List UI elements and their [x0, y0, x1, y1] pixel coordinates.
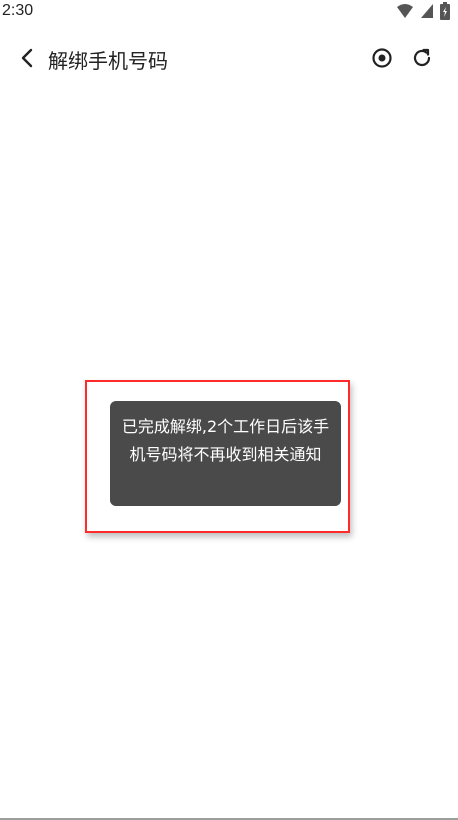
status-time: 2:30 [2, 2, 34, 19]
refresh-icon[interactable] [410, 46, 434, 70]
page-title: 解绑手机号码 [48, 49, 168, 73]
toast-text: 已完成解绑,2个工作日后该手机号码将不再收到相关通知 [121, 417, 330, 464]
wifi-icon [397, 4, 413, 18]
status-icons [396, 2, 450, 20]
target-icon[interactable] [370, 46, 394, 70]
app-bar: 解绑手机号码 [0, 34, 458, 82]
signal-icon [421, 4, 433, 18]
back-icon[interactable] [16, 46, 40, 70]
battery-icon [440, 2, 450, 20]
status-bar: 2:30 [0, 0, 458, 24]
toast-message: 已完成解绑,2个工作日后该手机号码将不再收到相关通知 [110, 401, 341, 506]
